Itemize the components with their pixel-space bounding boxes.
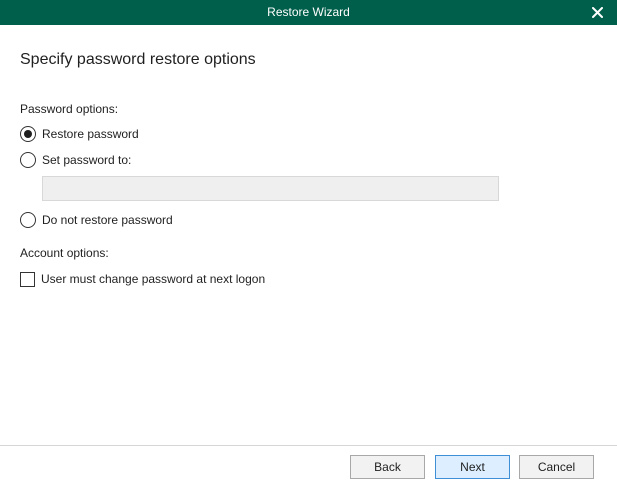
must-change-password-checkbox-row[interactable]: User must change password at next logon [20,270,265,288]
cancel-button[interactable]: Cancel [519,455,594,479]
radio-dot [24,130,32,138]
set-password-radio[interactable]: Set password to: [20,151,131,169]
restore-password-radio[interactable]: Restore password [20,125,139,143]
close-button[interactable] [587,0,607,25]
window-title: Restore Wizard [267,5,350,19]
footer-divider [0,445,617,446]
page-title: Specify password restore options [20,51,256,68]
restore-password-label: Restore password [42,127,139,141]
must-change-password-checkbox[interactable] [20,271,35,287]
must-change-password-label: User must change password at next logon [41,272,266,286]
radio-button[interactable] [20,152,36,168]
next-button[interactable]: Next [435,455,510,479]
password-options-label: Password options: [20,102,119,116]
account-options-label: Account options: [20,246,109,260]
set-password-label: Set password to: [42,153,132,167]
password-input[interactable] [42,176,499,201]
radio-button[interactable] [20,212,36,228]
close-icon [591,7,603,18]
do-not-restore-password-label: Do not restore password [42,213,173,227]
radio-button-checked[interactable] [20,126,36,142]
do-not-restore-password-radio[interactable]: Do not restore password [20,211,173,229]
title-bar: Restore Wizard [0,0,617,25]
back-button[interactable]: Back [350,455,425,479]
